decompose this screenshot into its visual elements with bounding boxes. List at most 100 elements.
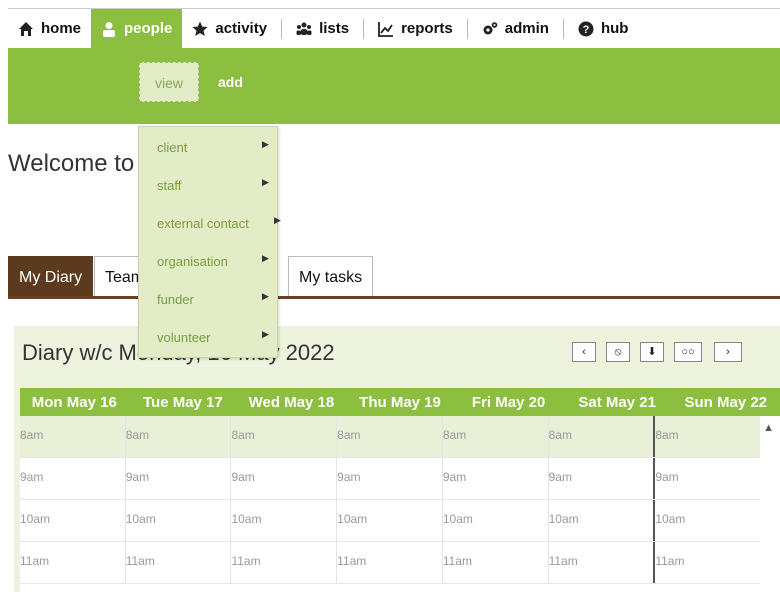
top-navigation: home people activity lists reports admin… <box>8 8 780 49</box>
people-view-dropdown: client ▶ staff ▶ external contact ▶ orga… <box>138 126 281 358</box>
tab-my-diary[interactable]: My Diary <box>8 256 94 298</box>
nav-people[interactable]: people <box>91 8 183 49</box>
nav-hub-label: hub <box>600 20 629 37</box>
submenu-arrow-icon: ▶ <box>262 329 269 339</box>
diary-panel: Diary w/c Monday, 16 May 2022 ‹ ⦸ ⬇ ○○ ›… <box>14 326 780 592</box>
time-slot[interactable]: 9am <box>441 458 548 499</box>
day-header-mon: Mon May 16 <box>31 394 117 411</box>
time-slot[interactable]: 10am <box>20 500 125 541</box>
menu-item-label: funder <box>157 292 194 307</box>
time-slot[interactable]: 11am <box>124 542 231 583</box>
home-icon <box>19 21 33 36</box>
nav-home[interactable]: home <box>8 9 91 49</box>
time-slot[interactable]: 11am <box>441 542 548 583</box>
time-slot[interactable]: 8am <box>124 416 231 457</box>
time-slot[interactable]: 11am <box>336 542 442 583</box>
scroll-up-icon[interactable]: ▲ <box>763 422 774 434</box>
nav-hub[interactable]: ? hub <box>568 9 639 49</box>
nav-divider <box>363 18 365 39</box>
time-slot[interactable]: 11am <box>653 542 760 583</box>
add-button[interactable]: add <box>218 74 243 90</box>
question-icon: ? <box>578 21 594 36</box>
time-slot[interactable]: 9am <box>547 458 654 499</box>
submenu-arrow-icon: ▶ <box>262 177 269 187</box>
menu-item-client[interactable]: client ▶ <box>139 129 279 167</box>
nav-activity[interactable]: activity <box>182 9 277 49</box>
time-slot[interactable]: 8am <box>230 416 336 457</box>
menu-item-label: organisation <box>157 254 228 269</box>
nav-admin-label: admin <box>504 20 549 37</box>
time-slot[interactable]: 8am <box>547 416 654 457</box>
menu-item-label: external contact <box>157 216 249 231</box>
menu-item-volunteer[interactable]: volunteer ▶ <box>139 319 279 357</box>
day-header-thu: Thu May 19 <box>359 394 441 411</box>
users-icon <box>296 22 312 35</box>
diary-grid: 8am 8am 8am 8am 8am 8am 8am 9am 9am 9am … <box>20 416 780 592</box>
menu-item-label: client <box>157 140 188 155</box>
time-slot[interactable]: 11am <box>230 542 336 583</box>
submenu-arrow-icon: ▶ <box>262 139 269 149</box>
day-header-sat: Sat May 21 <box>578 394 656 411</box>
time-slot[interactable]: 9am <box>336 458 442 499</box>
nav-reports[interactable]: reports <box>368 9 463 49</box>
nav-lists[interactable]: lists <box>286 9 359 49</box>
view-toggle-icon[interactable]: ○○ <box>674 342 702 362</box>
time-slot[interactable]: 9am <box>230 458 336 499</box>
submenu-arrow-icon: ▶ <box>262 291 269 301</box>
nav-home-label: home <box>41 20 82 37</box>
time-row: 10am 10am 10am 10am 10am 10am 10am <box>20 500 760 542</box>
time-row: 8am 8am 8am 8am 8am 8am 8am <box>20 416 760 458</box>
time-slot[interactable]: 11am <box>20 542 125 583</box>
time-slot[interactable]: 9am <box>20 458 125 499</box>
diary-day-header: Mon May 16 Tue May 17 Wed May 18 Thu May… <box>20 388 780 416</box>
nav-people-label: people <box>124 20 173 37</box>
menu-item-label: volunteer <box>157 330 211 345</box>
time-row: 11am 11am 11am 11am 11am 11am 11am <box>20 542 760 584</box>
menu-item-staff[interactable]: staff ▶ <box>139 167 279 205</box>
time-slot[interactable]: 10am <box>124 500 231 541</box>
time-slot[interactable]: 9am <box>653 458 760 499</box>
time-slot[interactable]: 8am <box>20 416 125 457</box>
submenu-arrow-icon: ▶ <box>274 215 281 225</box>
time-slot[interactable]: 10am <box>230 500 336 541</box>
star-icon <box>192 21 208 36</box>
menu-item-organisation[interactable]: organisation ▶ <box>139 243 279 281</box>
nav-admin[interactable]: admin <box>472 9 559 49</box>
sub-navigation-bar: view add <box>8 48 780 124</box>
day-header-wed: Wed May 18 <box>248 394 335 411</box>
chart-icon <box>378 21 394 37</box>
cancel-icon[interactable]: ⦸ <box>606 342 630 362</box>
time-slot[interactable]: 11am <box>547 542 654 583</box>
time-slot[interactable]: 10am <box>441 500 548 541</box>
menu-item-funder[interactable]: funder ▶ <box>139 281 279 319</box>
time-slot[interactable]: 10am <box>547 500 654 541</box>
day-header-tue: Tue May 17 <box>142 394 223 411</box>
nav-divider <box>466 18 468 39</box>
next-week-button[interactable]: › <box>714 342 742 362</box>
submenu-arrow-icon: ▶ <box>262 253 269 263</box>
download-icon[interactable]: ⬇ <box>640 342 664 362</box>
day-header-sun: Sun May 22 <box>684 394 768 411</box>
gears-icon <box>483 21 498 34</box>
svg-text:?: ? <box>583 24 590 36</box>
welcome-heading: Welcome to L <box>8 150 155 177</box>
tab-underline <box>8 296 780 299</box>
nav-divider <box>281 18 283 39</box>
nav-lists-label: lists <box>319 20 350 37</box>
nav-activity-label: activity <box>215 20 268 37</box>
person-icon <box>103 21 116 37</box>
time-slot[interactable]: 8am <box>336 416 442 457</box>
time-slot[interactable]: 9am <box>124 458 231 499</box>
view-button[interactable]: view <box>139 62 199 102</box>
prev-week-button[interactable]: ‹ <box>572 342 596 362</box>
time-slot[interactable]: 10am <box>653 500 760 541</box>
tab-my-tasks[interactable]: My tasks <box>288 256 374 298</box>
menu-item-external-contact[interactable]: external contact ▶ <box>139 205 281 243</box>
menu-item-label: staff <box>157 178 182 193</box>
time-slot[interactable]: 8am <box>653 416 760 457</box>
time-row: 9am 9am 9am 9am 9am 9am 9am <box>20 458 760 500</box>
time-slot[interactable]: 8am <box>441 416 548 457</box>
time-slot[interactable]: 10am <box>336 500 442 541</box>
nav-divider <box>562 18 564 39</box>
tab-bar: My Diary Team My tasks <box>8 256 780 298</box>
